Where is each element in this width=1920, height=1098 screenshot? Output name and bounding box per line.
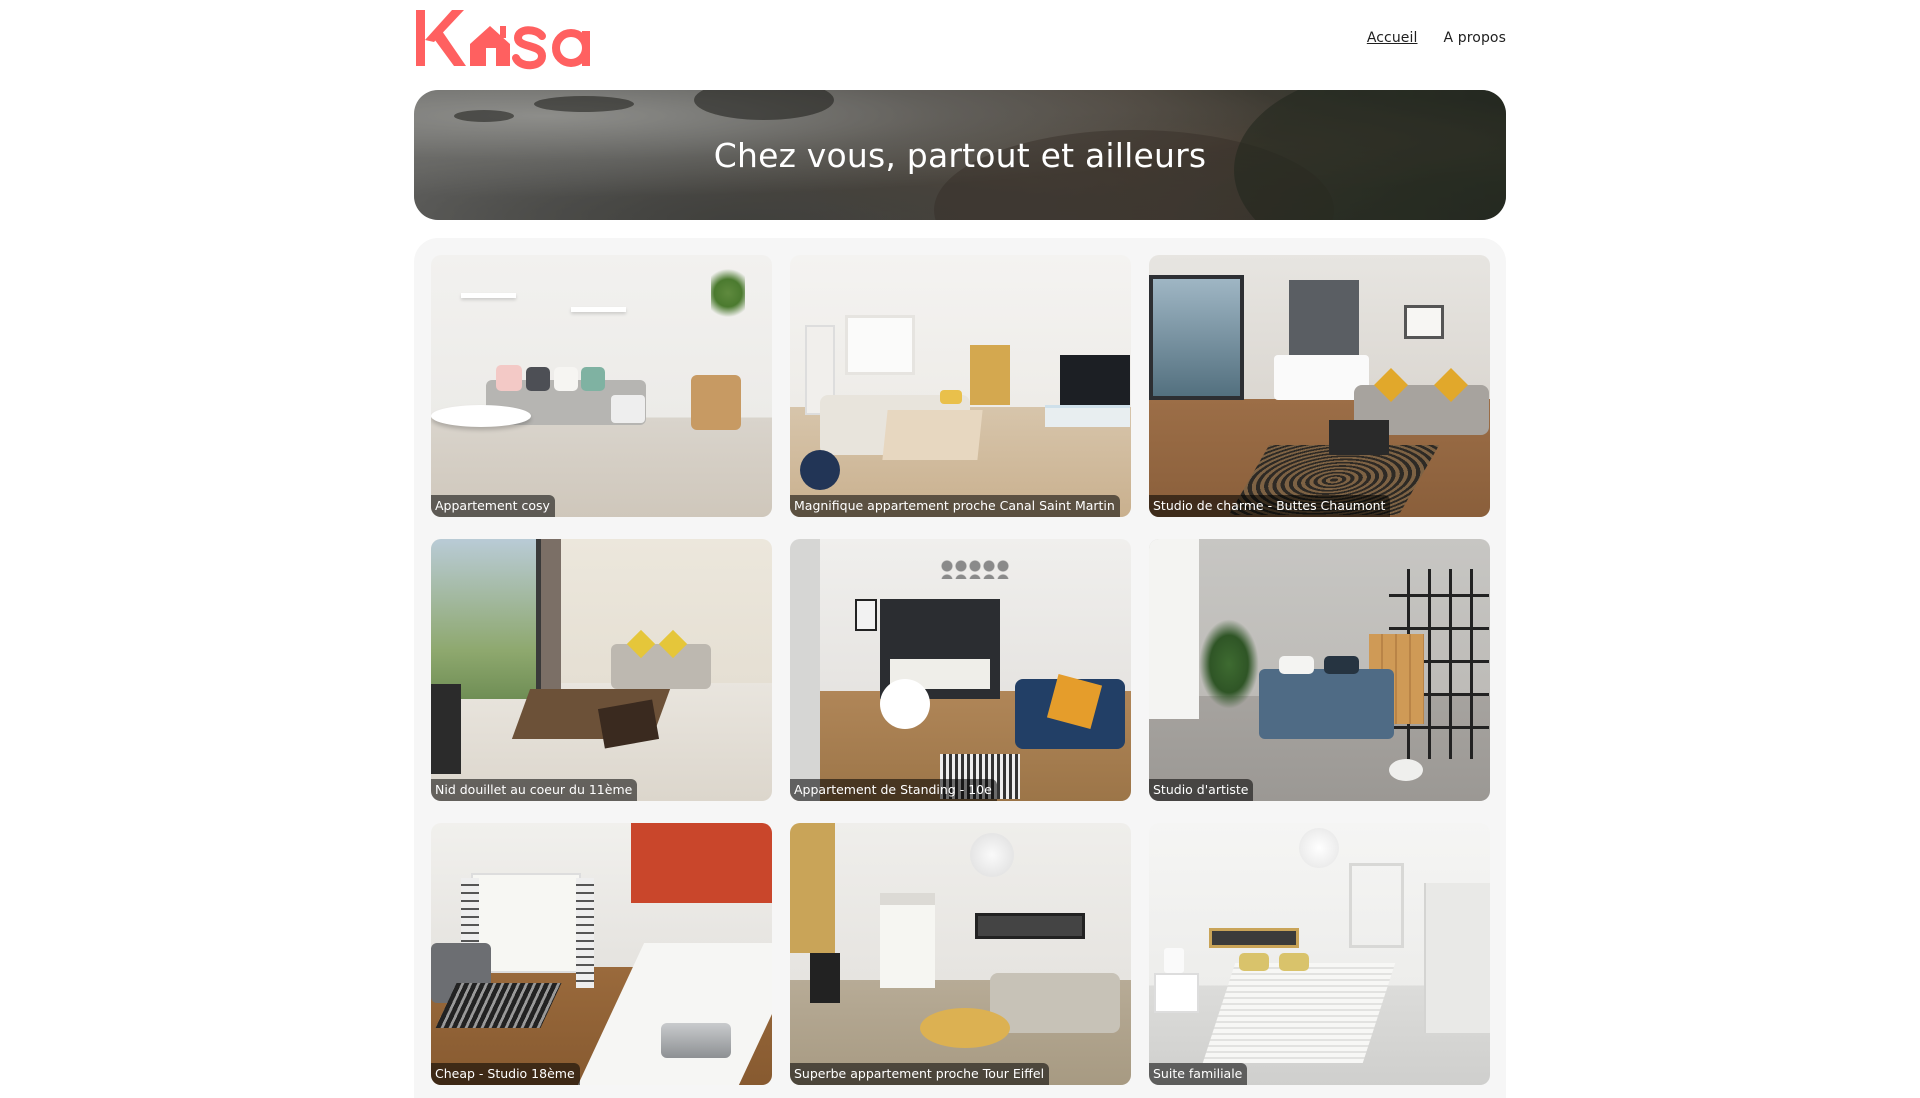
listing-title: Studio d'artiste (1149, 779, 1254, 801)
listing-photo (790, 539, 1131, 801)
coffee-table (431, 405, 531, 427)
header: Accueil A propos (414, 0, 1506, 80)
listing-card[interactable]: Studio de charme - Buttes Chaumont (1149, 255, 1490, 517)
hero-banner: Chez vous, partout et ailleurs (414, 90, 1506, 220)
listing-title: Appartement cosy (431, 495, 555, 517)
kitchen-counter (577, 943, 772, 1085)
listing-photo (790, 255, 1131, 517)
rug (435, 983, 562, 1028)
cushion (496, 365, 522, 391)
listing-photo (1149, 255, 1490, 517)
wall-edge (790, 539, 820, 801)
listing-title: Appartement de Standing - 10e (790, 779, 997, 801)
listing-title: Cheap - Studio 18ème (431, 1063, 580, 1085)
listing-card[interactable]: Superbe appartement proche Tour Eiffel (790, 823, 1131, 1085)
curtain (541, 539, 561, 704)
listing-photo (790, 823, 1131, 1085)
kasa-logo-icon (416, 10, 590, 70)
doorway (1424, 883, 1490, 1033)
sofa (990, 973, 1120, 1033)
cushion (554, 367, 578, 391)
listing-card[interactable]: Appartement cosy (431, 255, 772, 517)
pouf (800, 450, 840, 490)
hanging-plant (711, 263, 745, 323)
listing-photo (431, 255, 772, 517)
nightstand (1154, 973, 1199, 1013)
armchair (597, 699, 660, 749)
panorama-frame (975, 913, 1085, 939)
listing-title: Nid douillet au coeur du 11ème (431, 779, 638, 801)
wall-frame (1404, 305, 1444, 339)
pillow (1279, 656, 1314, 674)
curtain (576, 878, 594, 988)
listing-photo (1149, 539, 1490, 801)
pillow (1324, 656, 1359, 674)
sink (661, 1023, 731, 1058)
listing-title: Magnifique appartement proche Canal Sain… (790, 495, 1120, 517)
listing-card[interactable]: Magnifique appartement proche Canal Sain… (790, 255, 1131, 517)
listing-card[interactable]: Cheap - Studio 18ème (431, 823, 772, 1085)
window (431, 539, 541, 699)
kasa-logo[interactable] (414, 4, 604, 70)
main-nav: Accueil A propos (1367, 30, 1506, 46)
coffee-table (1329, 420, 1389, 455)
window-light (1149, 539, 1199, 719)
coffee-table (920, 1008, 1010, 1048)
bed (1259, 669, 1394, 739)
wall-art (790, 823, 835, 953)
pendant-lamp (1299, 828, 1339, 868)
listings-gallery: Appartement cosy Magnifique appartement … (414, 238, 1506, 1098)
shelf-unit (1349, 863, 1404, 948)
listing-card[interactable]: Nid douillet au coeur du 11ème (431, 539, 772, 801)
nav-link-a-propos[interactable]: A propos (1444, 30, 1506, 46)
panorama-frame (1209, 928, 1299, 948)
coffee-table (882, 410, 983, 460)
wall-frame (855, 599, 877, 631)
cushion (940, 390, 962, 404)
pendant-lamp (970, 833, 1014, 877)
wall-shelf (571, 307, 626, 312)
cushion (581, 367, 605, 391)
listing-card[interactable]: Studio d'artiste (1149, 539, 1490, 801)
bed (1202, 963, 1396, 1063)
window (880, 893, 935, 988)
tv-stand (1045, 405, 1130, 427)
sofa (611, 644, 711, 689)
window (845, 315, 915, 375)
armchair (691, 375, 741, 430)
red-cabinets (631, 823, 772, 903)
listing-photo (431, 539, 772, 801)
listing-title: Studio de charme - Buttes Chaumont (1149, 495, 1391, 517)
nav-link-accueil[interactable]: Accueil (1367, 30, 1418, 46)
tv (810, 953, 840, 1003)
lamp-post (431, 684, 461, 774)
wall-shelf (461, 293, 516, 298)
listing-card[interactable]: Suite familiale (1149, 823, 1490, 1085)
pillow (1279, 953, 1309, 971)
pouf (1389, 759, 1423, 781)
wall-art (970, 345, 1010, 405)
dining-table (880, 679, 930, 729)
basket (611, 395, 645, 423)
tv (1060, 355, 1130, 405)
listing-card[interactable]: Appartement de Standing - 10e (790, 539, 1131, 801)
listing-title: Suite familiale (1149, 1063, 1248, 1085)
page: Accueil A propos Chez vous, partout et a… (414, 0, 1506, 1098)
listing-photo (1149, 823, 1490, 1085)
plant (1199, 619, 1259, 709)
cushion (526, 367, 550, 391)
window (1149, 275, 1244, 400)
bedside-lamp (1164, 948, 1184, 973)
listing-title: Superbe appartement proche Tour Eiffel (790, 1063, 1050, 1085)
pillow (1239, 953, 1269, 971)
pendant-light (940, 559, 1010, 579)
listing-photo (431, 823, 772, 1085)
banner-title: Chez vous, partout et ailleurs (713, 135, 1207, 175)
